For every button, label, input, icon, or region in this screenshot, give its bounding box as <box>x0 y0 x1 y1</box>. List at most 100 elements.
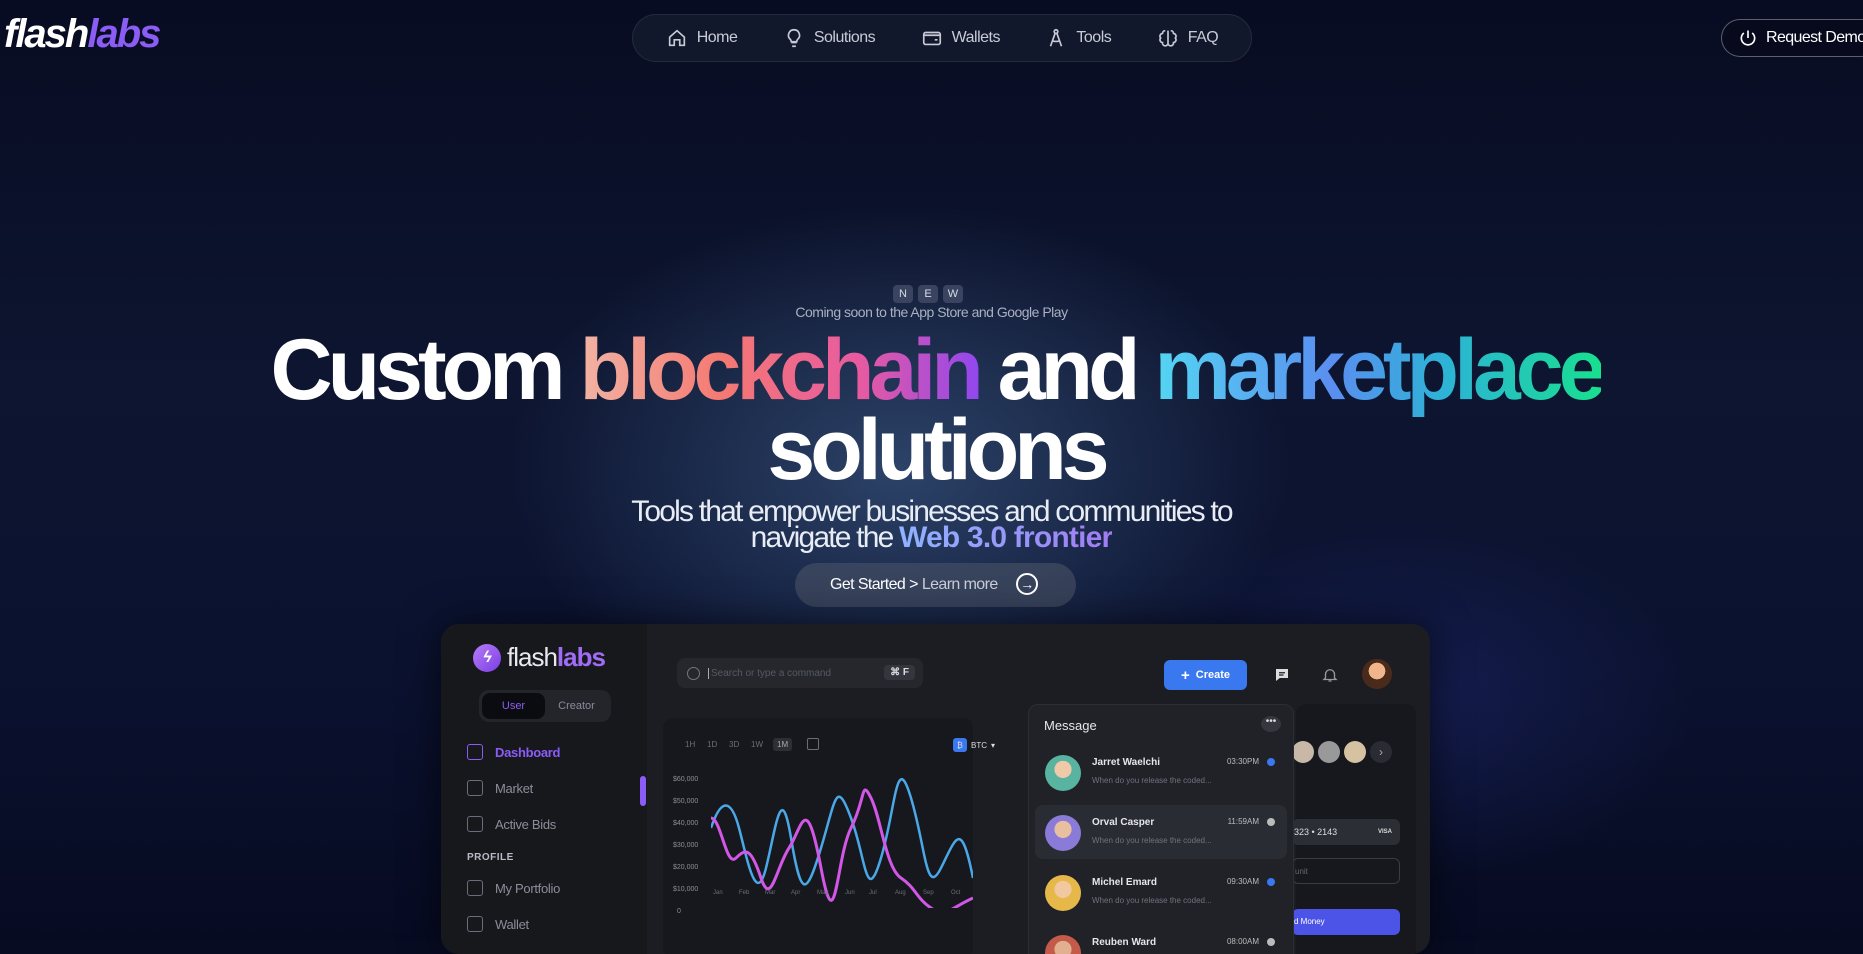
read-dot <box>1267 818 1275 826</box>
message-sender: Orval Casper <box>1092 817 1155 828</box>
more-icon[interactable]: ••• <box>1261 716 1281 732</box>
nav-faq-label: FAQ <box>1187 29 1219 46</box>
message-preview: When do you release the coded... <box>1092 776 1212 785</box>
card-number-text: 323 • 2143 <box>1294 827 1338 837</box>
new-badge-letter: N <box>893 285 913 303</box>
new-badge-letter: W <box>943 285 963 303</box>
avatar[interactable] <box>1362 659 1392 689</box>
x-tick: May <box>817 890 829 896</box>
x-tick: Jul <box>869 890 877 896</box>
sidebar-item-label: My Portfolio <box>495 880 561 896</box>
profile-heading: PROFILE <box>467 852 514 863</box>
hero-title-solutions: solutions <box>767 402 1109 498</box>
brand-logo[interactable]: flashlabs <box>4 12 161 56</box>
avatar <box>1045 815 1081 851</box>
sidebar-item-dashboard[interactable]: Dashboard <box>467 744 561 760</box>
send-money-label: d Money <box>1294 917 1325 926</box>
calendar-icon[interactable] <box>807 738 819 750</box>
chevron-right-icon[interactable]: › <box>1370 741 1392 763</box>
toggle-user[interactable]: User <box>482 693 545 719</box>
x-tick: Apr <box>791 890 801 896</box>
amount-placeholder: unit <box>1295 867 1308 876</box>
search-input[interactable]: Search or type a command <box>708 667 831 679</box>
bell-icon[interactable] <box>1321 666 1339 684</box>
sidebar-item-portfolio[interactable]: My Portfolio <box>467 880 560 896</box>
message-sender: Jarret Waelchi <box>1092 757 1160 768</box>
message-item[interactable]: Michel Emard 09:30AM When do you release… <box>1035 865 1287 919</box>
coming-soon-text: Coming soon to the App Store and Google … <box>795 304 1068 320</box>
x-tick: Sep <box>923 890 934 896</box>
get-started-button[interactable]: Get Started > Learn more → <box>795 563 1076 607</box>
new-badges: N E W <box>893 285 963 303</box>
message-item[interactable]: Orval Casper 11:59AM When do you release… <box>1035 805 1287 859</box>
chat-icon[interactable] <box>1273 666 1291 684</box>
x-tick: Aug <box>895 890 906 896</box>
y-tick: $30,000 <box>673 842 699 849</box>
hero-subtitle: Tools that empower businesses and commun… <box>0 497 1863 554</box>
timeframe-1d[interactable]: 1D <box>707 740 717 749</box>
nav-faq[interactable]: FAQ <box>1157 27 1219 49</box>
dashboard-search[interactable]: Search or type a command ⌘ F <box>677 658 923 688</box>
y-tick: 0 <box>677 908 681 915</box>
avatar <box>1045 755 1081 791</box>
lightbulb-icon <box>787 28 801 48</box>
learn-more-label[interactable]: Learn more <box>922 576 998 594</box>
timeframe-1w[interactable]: 1W <box>751 740 763 749</box>
plus-icon: + <box>1180 666 1190 684</box>
request-demo-label: Request Demo <box>1766 29 1863 46</box>
nav-wallets-label: Wallets <box>951 29 1001 46</box>
message-item[interactable]: Jarret Waelchi 03:30PM When do you relea… <box>1035 745 1287 799</box>
read-dot <box>1267 938 1275 946</box>
home-icon <box>668 29 685 47</box>
nav-tools[interactable]: Tools <box>1045 27 1112 49</box>
avatar[interactable] <box>1318 741 1340 763</box>
coin-selector[interactable]: ₿ BTC ▾ <box>953 738 995 752</box>
logo-text-labs: labs <box>87 12 161 56</box>
power-icon <box>1740 30 1756 46</box>
nav-solutions[interactable]: Solutions <box>783 27 876 49</box>
y-tick: $10,000 <box>673 886 699 893</box>
user-creator-toggle: User Creator <box>479 690 611 722</box>
send-money-button[interactable]: d Money <box>1292 909 1400 935</box>
message-time: 03:30PM <box>1226 757 1259 766</box>
sidebar-item-active-bids[interactable]: Active Bids <box>467 816 556 832</box>
avatar <box>1045 935 1081 954</box>
bitcoin-icon: ₿ <box>953 738 967 752</box>
sidebar-item-wallet[interactable]: Wallet <box>467 916 529 932</box>
hero-title-marketplace: marketplace <box>1154 322 1606 418</box>
brain-icon <box>1158 29 1177 47</box>
contact-avatars: › <box>1292 741 1392 763</box>
dashboard-sidebar: ϟ flash labs User Creator Dashboard Marke… <box>441 624 647 954</box>
chart-lines <box>711 778 973 908</box>
amount-input[interactable]: unit <box>1292 858 1400 884</box>
timeframe-3d[interactable]: 3D <box>729 740 739 749</box>
avatar[interactable] <box>1344 741 1366 763</box>
gavel-icon <box>467 816 483 832</box>
nav-home[interactable]: Home <box>666 27 738 49</box>
toggle-creator[interactable]: Creator <box>545 693 608 719</box>
message-item[interactable]: Reuben Ward 08:00AM <box>1035 925 1287 954</box>
sidebar-item-market[interactable]: Market <box>467 780 533 796</box>
card-brand: VISA <box>1377 829 1392 835</box>
coin-label: BTC <box>971 740 987 750</box>
timeframe-1m[interactable]: 1M <box>773 738 793 751</box>
sidebar-item-label: Wallet <box>495 916 529 932</box>
main-nav: Home Solutions Wallets Tools FAQ <box>632 14 1252 62</box>
message-popover: Message ••• Jarret Waelchi 03:30PM When … <box>1028 704 1294 954</box>
link-icon <box>467 880 483 896</box>
logo-text-flash: flash <box>4 12 89 56</box>
avatar[interactable] <box>1292 741 1314 763</box>
create-button[interactable]: + Create <box>1164 660 1247 690</box>
message-title: Message <box>1044 718 1097 733</box>
create-label: Create <box>1195 669 1230 681</box>
request-demo-button[interactable]: Request Demo <box>1721 19 1863 57</box>
subtitle-line-2: navigate the <box>750 521 900 554</box>
timeframe-1h[interactable]: 1H <box>685 740 695 749</box>
arrow-right-icon: → <box>1016 573 1038 595</box>
unread-dot <box>1267 758 1275 766</box>
series-line-blue <box>711 778 973 886</box>
nav-wallets[interactable]: Wallets <box>921 27 1000 49</box>
sidebar-item-label: Market <box>495 780 533 796</box>
unread-dot <box>1267 878 1275 886</box>
search-icon <box>687 666 700 680</box>
